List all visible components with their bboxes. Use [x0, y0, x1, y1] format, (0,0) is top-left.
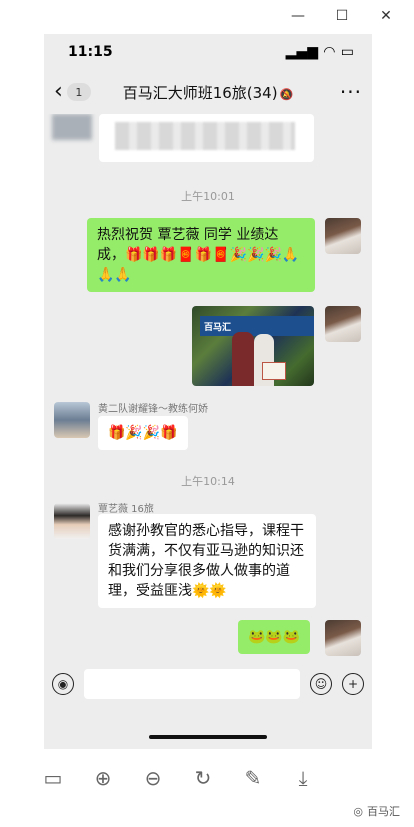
unread-badge: 1	[66, 83, 91, 101]
brand-text: 百马汇	[367, 805, 400, 818]
sender-name: 覃艺薇 16旅	[98, 504, 154, 515]
edit-icon[interactable]: ✎	[240, 765, 266, 791]
signal-icon: ▂▄▆	[285, 44, 318, 60]
wifi-icon: ◠	[323, 44, 335, 60]
emoji-text: 🎁🎉🎉🎁	[108, 425, 178, 441]
avatar-self[interactable]	[325, 218, 361, 254]
plus-icon[interactable]: +	[342, 673, 364, 695]
timestamp: 上午10:01	[181, 190, 235, 203]
avatar-tan[interactable]	[54, 503, 90, 539]
photo-banner-text: 百马汇	[200, 316, 314, 336]
timestamp: 上午10:14	[181, 475, 235, 488]
emoji-text: 🐸🐸🐸	[248, 629, 301, 645]
zoom-out-icon[interactable]: ⊖	[140, 765, 166, 791]
more-icon[interactable]: ···	[340, 80, 362, 104]
zoom-in-icon[interactable]: ⊕	[90, 765, 116, 791]
status-time: 11:15	[68, 44, 113, 60]
blurred-avatar	[52, 114, 92, 140]
chat-title-text: 百马汇大师班16旅(34)	[122, 83, 278, 102]
voice-icon[interactable]: ◉	[52, 673, 74, 695]
photo-person-left	[232, 332, 254, 386]
wechat-icon: ◎	[353, 804, 363, 818]
close-icon[interactable]: ✕	[378, 8, 394, 24]
emoji-icon[interactable]: ☺	[310, 673, 332, 695]
sender-name: 黄二队谢耀锋～教练何娇	[98, 404, 208, 415]
chat-area[interactable]: 上午10:01 热烈祝贺 覃艺薇 同学 业绩达成，🎁🎁🎁🧧🎁🧧🎉🎉🎉🙏🙏🙏 百马…	[44, 114, 372, 667]
message-bubble-emoji[interactable]: 🎁🎉🎉🎁	[98, 416, 188, 450]
message-input[interactable]	[84, 669, 300, 699]
watermark: ◎ 百马汇	[353, 803, 400, 819]
window-controls: — ☐ ✕	[290, 8, 394, 24]
rotate-icon[interactable]: ↻	[190, 765, 216, 791]
maximize-icon[interactable]: ☐	[334, 8, 350, 24]
blurred-message	[99, 114, 314, 162]
avatar-self[interactable]	[325, 620, 361, 656]
back-button[interactable]: ‹ 1	[54, 81, 91, 103]
phone-screen: 11:15 ▂▄▆ ◠ ▭ ‹ 1 百马汇大师班16旅(34) 🔕 ··· 上午1…	[44, 34, 372, 749]
avatar-huang[interactable]	[54, 402, 90, 438]
input-bar: ◉ ☺ +	[44, 667, 372, 701]
viewer-toolbar: ▭ ⊕ ⊖ ↻ ✎ ⤓	[40, 765, 316, 791]
status-bar: 11:15 ▂▄▆ ◠ ▭	[44, 34, 372, 70]
photo-certificate	[262, 362, 286, 380]
thumbnail-icon[interactable]: ▭	[40, 765, 66, 791]
photo-message[interactable]: 百马汇	[192, 306, 314, 386]
message-bubble-congrats[interactable]: 热烈祝贺 覃艺薇 同学 业绩达成，🎁🎁🎁🧧🎁🧧🎉🎉🎉🙏🙏🙏	[87, 218, 315, 292]
minimize-icon[interactable]: —	[290, 8, 306, 24]
home-indicator	[149, 735, 267, 739]
message-bubble-thanks[interactable]: 感谢孙教官的悉心指导，课程干货满满，不仅有亚马逊的知识还和我们分享很多做人做事的…	[98, 514, 316, 608]
chevron-left-icon: ‹	[54, 79, 63, 104]
mute-bell-icon: 🔕	[279, 87, 294, 101]
message-bubble-emoji-self[interactable]: 🐸🐸🐸	[238, 620, 311, 654]
status-icons: ▂▄▆ ◠ ▭	[286, 44, 354, 60]
download-icon[interactable]: ⤓	[290, 765, 316, 791]
chat-title: 百马汇大师班16旅(34) 🔕	[44, 82, 372, 103]
avatar-self[interactable]	[325, 306, 361, 342]
chat-header: ‹ 1 百马汇大师班16旅(34) 🔕 ···	[44, 70, 372, 114]
battery-icon: ▭	[340, 44, 354, 60]
